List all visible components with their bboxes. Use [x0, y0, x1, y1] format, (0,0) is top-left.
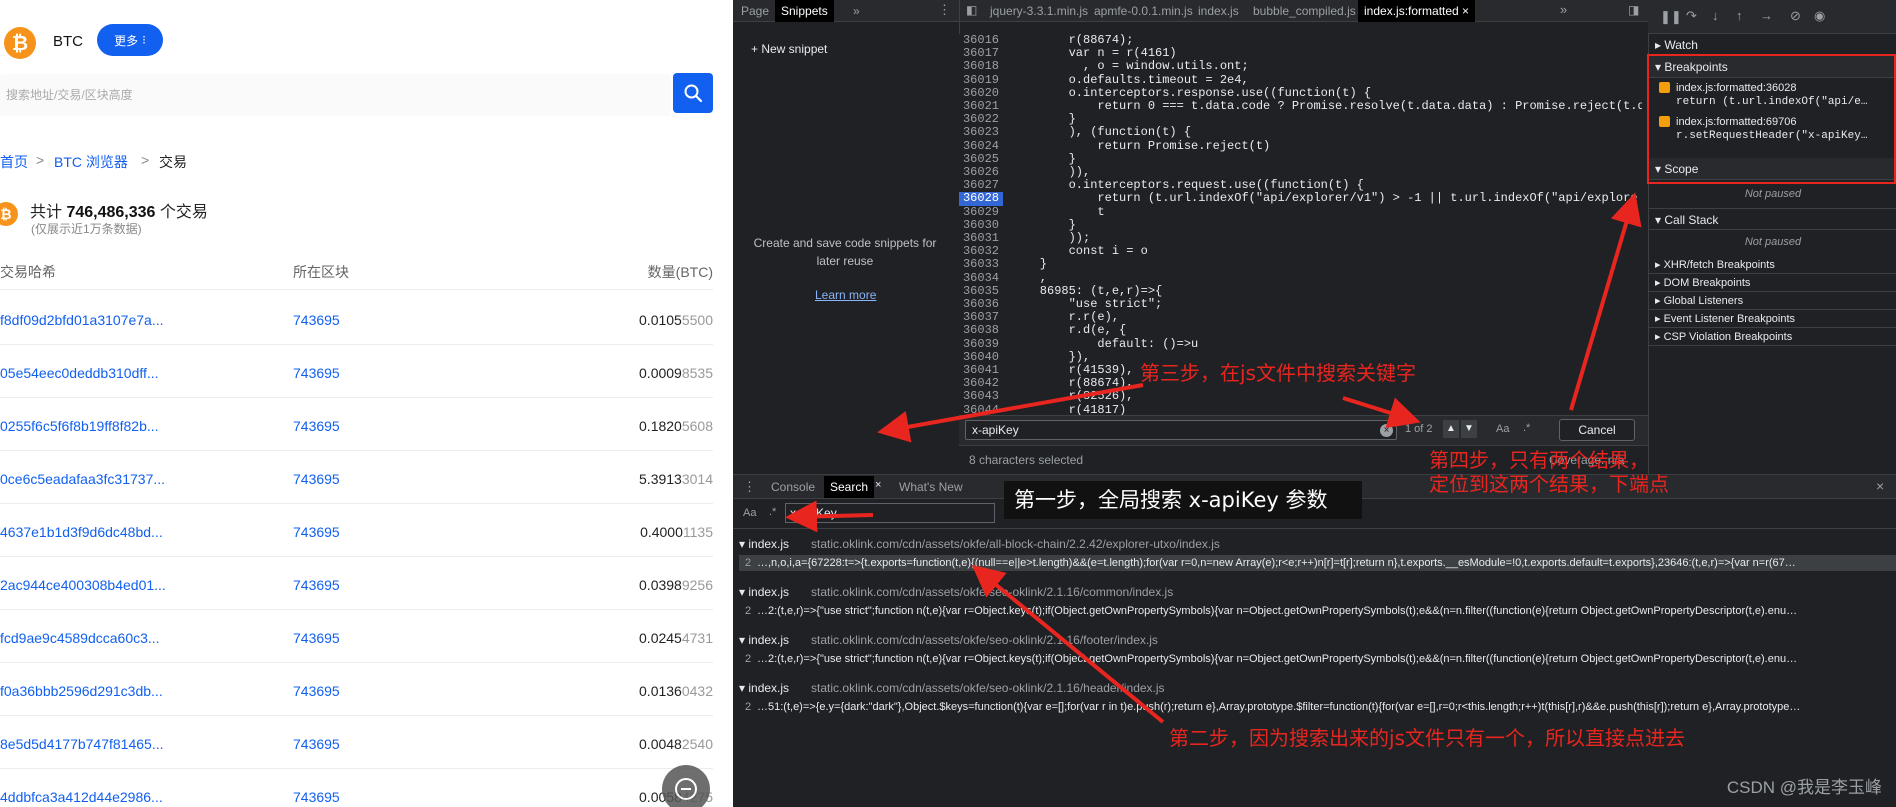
tx-block-link[interactable]: 743695 [293, 418, 340, 434]
more-dots-icon: ⁝ [142, 33, 146, 47]
header-divider [0, 289, 713, 290]
col-header-block: 所在区块 [293, 264, 349, 280]
btc-logo-icon: ₿ [4, 27, 36, 59]
annotation-step1: 第一步，全局搜索 x-apiKey 参数 [1004, 481, 1362, 519]
tx-amount-tail: 8535 [681, 365, 713, 381]
tx-amount: 0.40001135 [573, 524, 713, 540]
arrow-step3b [1342, 396, 1421, 429]
arrow-step2 [971, 564, 1165, 724]
tx-amount: 0.01055500 [573, 312, 713, 328]
tx-block-link[interactable]: 743695 [293, 630, 340, 646]
tx-amount-tail: 5608 [681, 418, 713, 434]
tx-block-link[interactable]: 743695 [293, 736, 340, 752]
tx-total-count: 746,486,336 [66, 204, 156, 221]
row-divider [0, 662, 713, 663]
breadcrumb-separator: > [36, 152, 45, 168]
tx-hash-link[interactable]: f0a36bbb2596d291c3db... [0, 683, 163, 699]
tx-total-note: (仅展示近1万条数据) [31, 222, 142, 236]
tx-hash-link[interactable]: 4637e1b1d3f9d6dc48bd... [0, 524, 163, 540]
tx-amount-tail: 2540 [681, 736, 713, 752]
tx-block-link[interactable]: 743695 [293, 683, 340, 699]
col-header-amount: 数量(BTC) [647, 264, 713, 280]
breadcrumb-home[interactable]: 首页 [0, 154, 28, 170]
explorer-page: ₿ BTC 更多 ⁝ 首页 > BTC 浏览器 > 交易 ₿ 共计 746,48… [0, 0, 733, 807]
row-divider [0, 609, 713, 610]
more-button[interactable]: 更多 ⁝ [97, 24, 163, 56]
screenshot-root: ₿ BTC 更多 ⁝ 首页 > BTC 浏览器 > 交易 ₿ 共计 746,48… [0, 0, 1896, 807]
tx-hash-link[interactable]: 05e54eec0deddb310dff... [0, 365, 159, 381]
tx-hash-link[interactable]: 8e5d5d4177b747f81465... [0, 736, 164, 752]
tx-block-link[interactable]: 743695 [293, 789, 340, 805]
tx-amount: 0.03989256 [573, 577, 713, 593]
tx-hash-link[interactable]: 4ddbfca3a412d44e2986... [0, 789, 163, 805]
row-divider [0, 344, 713, 345]
arrow-step1 [785, 500, 874, 533]
tx-amount: 0.00098535 [573, 365, 713, 381]
arrow-step4 [1569, 192, 1642, 411]
tx-amount-main: 5.3913 [639, 471, 682, 487]
tx-block-link[interactable]: 743695 [293, 365, 340, 381]
tx-amount: 0.01360432 [573, 683, 713, 699]
annotation-step2: 第二步，因为搜索出来的js文件只有一个，所以直接点进去 [1169, 726, 1685, 750]
tx-amount-main: 0.0245 [639, 630, 682, 646]
tx-block-link[interactable]: 743695 [293, 524, 340, 540]
chat-icon [675, 778, 697, 800]
tx-amount-main: 0.0105 [639, 312, 682, 328]
tx-amount-tail: 0432 [681, 683, 713, 699]
row-divider [0, 397, 713, 398]
tx-amount-main: 0.0009 [639, 365, 682, 381]
row-divider [0, 503, 713, 504]
breadcrumb: 首页 [0, 152, 28, 172]
btc-small-logo-icon: ₿ [0, 202, 18, 226]
annotation-step4-line2: 定位到这两个结果，下端点 [1429, 472, 1669, 496]
tx-hash-link[interactable]: f8df09d2bfd01a3107e7a... [0, 312, 164, 328]
tx-amount: 0.02454731 [573, 630, 713, 646]
col-header-hash: 交易哈希 [0, 264, 56, 280]
breadcrumb-explorer[interactable]: BTC 浏览器 [54, 154, 128, 170]
more-button-label: 更多 [114, 33, 139, 48]
tx-amount-main: 0.0136 [639, 683, 682, 699]
tx-amount-main: 0.4000 [640, 524, 683, 540]
search-button[interactable] [673, 73, 713, 113]
row-divider [0, 450, 713, 451]
search-icon [684, 84, 703, 103]
tx-block-link[interactable]: 743695 [293, 577, 340, 593]
tx-block-link[interactable]: 743695 [293, 471, 340, 487]
tx-total-prefix: 共计 [30, 204, 63, 221]
row-divider [0, 715, 713, 716]
row-divider [0, 556, 713, 557]
csdn-watermark: CSDN @我是李玉峰 [1726, 778, 1882, 797]
tx-hash-link[interactable]: fcd9ae9c4589dcca60c3... [0, 630, 160, 646]
tx-amount-tail: 5500 [681, 312, 713, 328]
tx-amount-main: 0.1820 [639, 418, 682, 434]
tx-hash-link[interactable]: 2ac944ce400308b4ed01... [0, 577, 166, 593]
tx-amount-tail: 3014 [681, 471, 713, 487]
tx-amount-tail: 9256 [681, 577, 713, 593]
tx-total-suffix: 个交易 [159, 204, 208, 221]
devtools-panel: Page Snippets » ⋮ + New snippet Create a… [733, 0, 1896, 807]
breadcrumb-separator: > [141, 152, 150, 168]
tx-block-link[interactable]: 743695 [293, 312, 340, 328]
row-divider [0, 768, 713, 769]
tx-hash-link[interactable]: 0ce6c5eadafaa3fc31737... [0, 471, 165, 487]
tx-hash-link[interactable]: 0255f6c5f6f8b19ff8f82b... [0, 418, 159, 434]
chat-button[interactable] [662, 765, 710, 807]
breadcrumb-current: 交易 [159, 154, 187, 170]
tx-amount: 0.00482540 [573, 736, 713, 752]
tx-total: 共计 746,486,336 个交易 [30, 198, 208, 222]
arrow-step3a [877, 383, 1144, 443]
coin-name: BTC [53, 33, 83, 50]
tx-amount: 5.39133014 [573, 471, 713, 487]
search-input[interactable] [0, 74, 671, 116]
tx-amount-main: 0.0398 [639, 577, 682, 593]
tx-amount: 0.18205608 [573, 418, 713, 434]
tx-amount-main: 0.0048 [639, 736, 682, 752]
breadcrumb-explorer-wrap: BTC 浏览器 [54, 152, 128, 172]
tx-amount-tail: 4731 [681, 630, 713, 646]
search-input-wrapper [0, 74, 671, 116]
tx-amount-tail: 1135 [682, 524, 713, 540]
annotation-arrows [785, 192, 1642, 724]
annotation-step3: 第三步，在js文件中搜索关键字 [1140, 361, 1416, 385]
